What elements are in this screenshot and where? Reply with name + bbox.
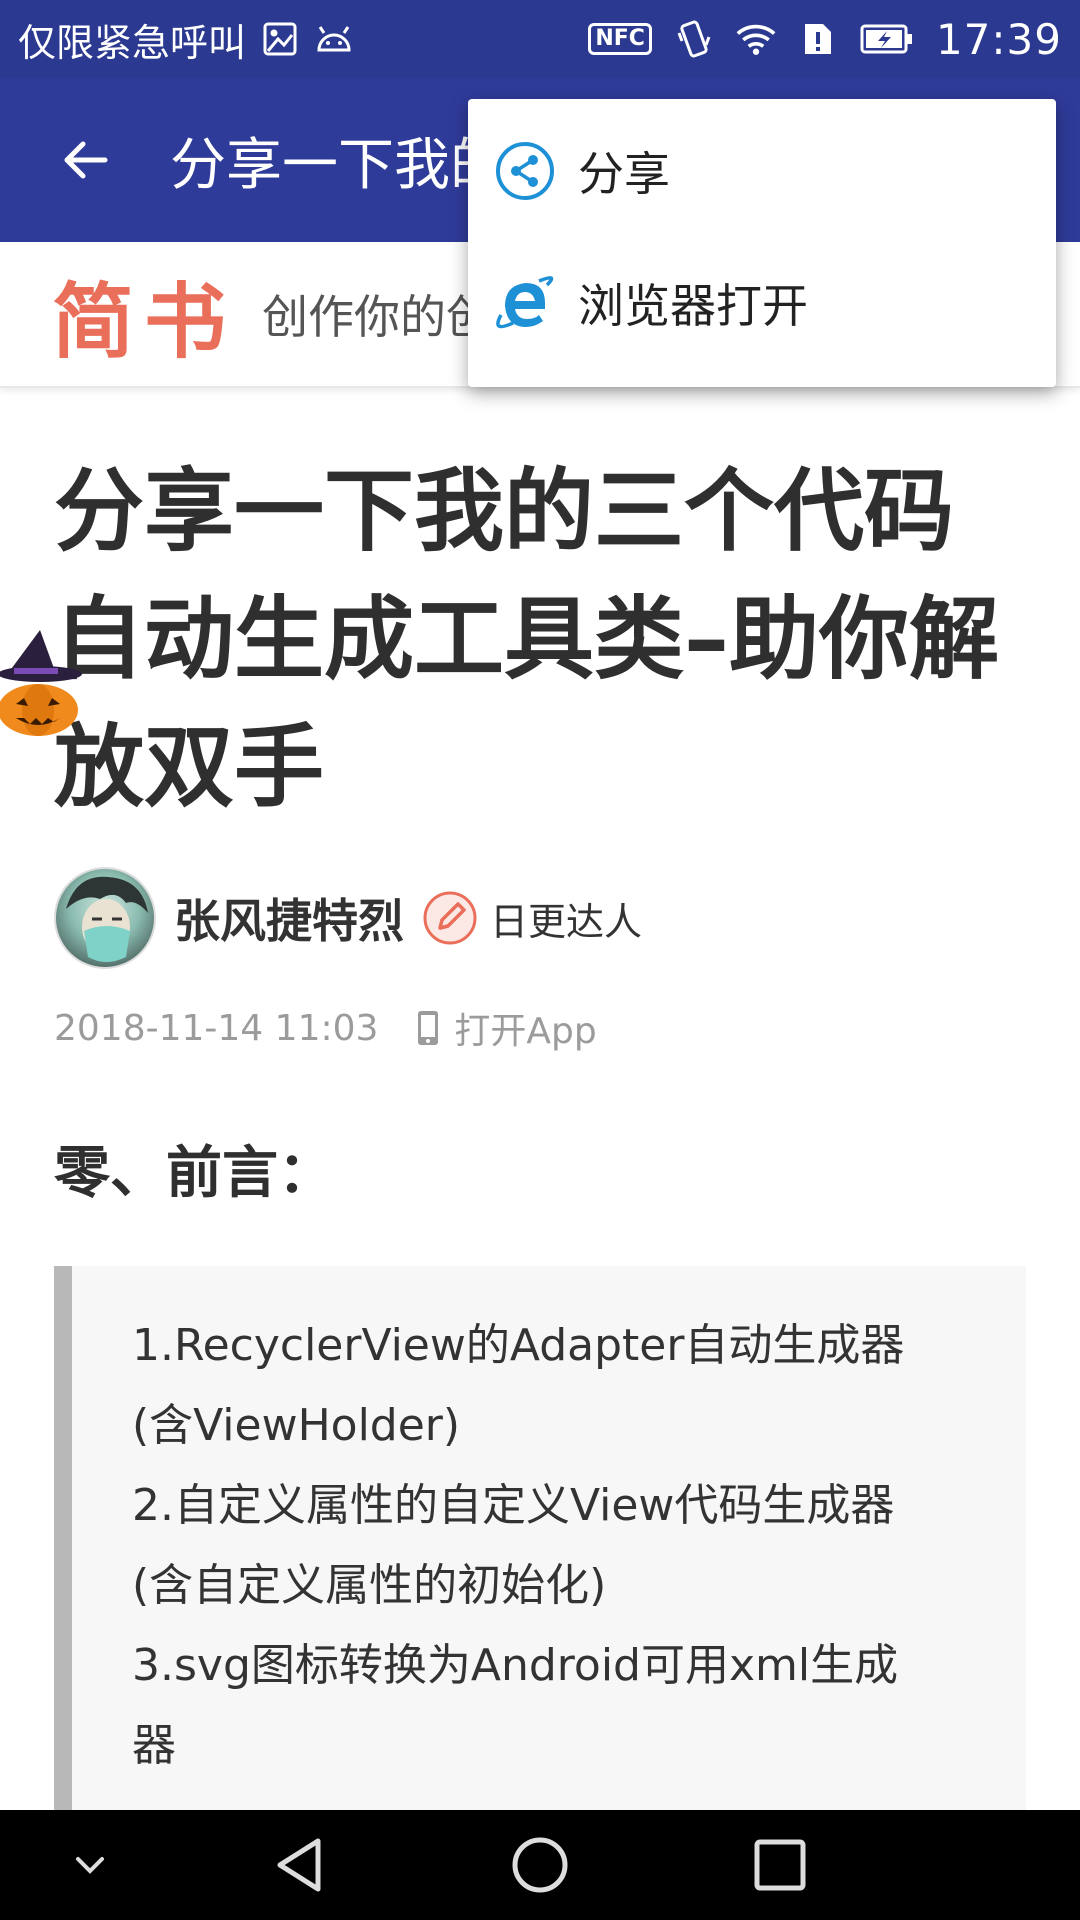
- nav-back-button[interactable]: [250, 1810, 350, 1920]
- battery-icon: [860, 19, 914, 59]
- halloween-pumpkin-icon: [0, 628, 86, 738]
- author-name[interactable]: 张风捷特烈: [174, 885, 404, 951]
- publish-date: 2018-11-14 11:03: [54, 1007, 379, 1049]
- phone-icon: [418, 1011, 439, 1045]
- author-row: 张风捷特烈 日更达人: [54, 866, 642, 970]
- chevron-down-icon: [76, 1857, 104, 1874]
- section-heading: 零、前言：: [54, 1141, 334, 1206]
- quote-line: 3.svg图标转换为Android可用xml生成: [132, 1640, 899, 1691]
- back-button[interactable]: [0, 78, 170, 242]
- quote-block: 1.RecyclerView的Adapter自动生成器 (含ViewHolder…: [54, 1266, 1026, 1810]
- menu-item-label: 浏览器打开: [578, 279, 808, 333]
- status-right: NFC 17:39: [588, 15, 1062, 64]
- overflow-menu: 分享 浏览器打开: [468, 99, 1056, 387]
- nav-collapse-button[interactable]: [50, 1810, 130, 1920]
- nav-home-button[interactable]: [490, 1810, 590, 1920]
- menu-item-open-in-browser[interactable]: 浏览器打开: [468, 231, 1056, 375]
- vibrate-icon: [674, 19, 714, 59]
- status-left: 仅限紧急呼叫: [18, 12, 354, 67]
- quote-line: 2.自定义属性的自定义View代码生成器: [132, 1480, 895, 1531]
- pencil-badge-icon: [422, 890, 478, 946]
- badge-label: 日更达人: [490, 899, 643, 944]
- circle-home-icon: [512, 1837, 568, 1893]
- avatar[interactable]: [54, 867, 156, 969]
- open-app-label: 打开App: [454, 1011, 597, 1052]
- jianshu-logo: 简书: [52, 274, 237, 370]
- nav-recents-button[interactable]: [730, 1810, 830, 1920]
- open-app-link[interactable]: 打开App: [416, 1002, 597, 1054]
- arrow-left-icon: [64, 141, 108, 179]
- menu-item-share[interactable]: 分享: [468, 111, 1056, 231]
- gallery-notification-icon: [260, 19, 300, 59]
- article: 分享一下我的三个代码自动生成工具类–助你解放双手 张风捷特烈 日更达人 2018…: [0, 388, 1080, 1810]
- menu-item-label: 分享: [578, 147, 670, 201]
- meta-row: 2018-11-14 11:03 打开App: [54, 1000, 597, 1056]
- navigation-bar: [0, 1810, 1080, 1920]
- quote-line: (含ViewHolder): [132, 1400, 461, 1451]
- quote-line: (含自定义属性的初始化): [132, 1560, 607, 1611]
- status-bar: 仅限紧急呼叫 NFC 17:39: [0, 0, 1080, 78]
- article-title: 分享一下我的三个代码自动生成工具类–助你解放双手: [54, 459, 999, 820]
- quote-line: 1.RecyclerView的Adapter自动生成器: [132, 1320, 905, 1371]
- browser-icon: [494, 272, 556, 334]
- carrier-text: 仅限紧急呼叫: [18, 20, 247, 65]
- square-recents-icon: [754, 1839, 806, 1891]
- screen: 仅限紧急呼叫 NFC 17:39 分享一下我的 简书 创作你的创作 分享一下我的…: [0, 0, 1080, 1920]
- clock: 17:39: [935, 14, 1062, 64]
- android-notification-icon: [314, 19, 354, 59]
- share-icon: [494, 140, 556, 202]
- triangle-back-icon: [277, 1838, 321, 1892]
- wifi-icon: [736, 19, 776, 59]
- nfc-icon: NFC: [588, 23, 652, 55]
- quote-line: 器: [132, 1720, 176, 1771]
- sim-alert-icon: [798, 19, 838, 59]
